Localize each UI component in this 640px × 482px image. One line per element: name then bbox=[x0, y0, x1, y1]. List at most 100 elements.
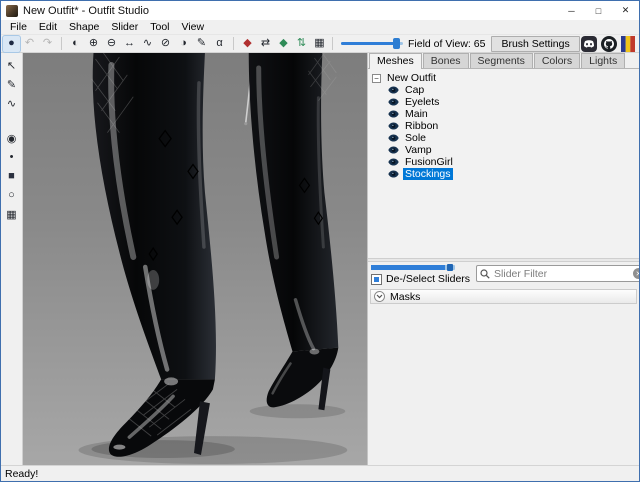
visibility-eye-icon[interactable] bbox=[388, 98, 399, 106]
select-tool[interactable]: ● bbox=[3, 36, 20, 52]
mesh-item-eyelets[interactable]: Eyelets bbox=[388, 96, 639, 108]
tab-colors[interactable]: Colors bbox=[534, 53, 580, 68]
collapse-vertex-tool[interactable]: ◆ bbox=[239, 36, 256, 52]
discord-icon[interactable] bbox=[581, 36, 597, 52]
deselect-sliders-icon bbox=[371, 274, 382, 285]
minimize-button[interactable]: ─ bbox=[558, 1, 585, 20]
vertex-select-tool[interactable]: • bbox=[3, 149, 20, 165]
brush-tool[interactable]: ◉ bbox=[3, 130, 20, 146]
maximize-button[interactable]: □ bbox=[585, 1, 612, 20]
tree-expander-icon[interactable]: − bbox=[372, 74, 381, 83]
cursor-select-tool[interactable]: ↖ bbox=[3, 57, 20, 73]
mesh-tabs: MeshesBonesSegmentsColorsLights bbox=[368, 53, 639, 69]
menu-shape[interactable]: Shape bbox=[63, 20, 105, 34]
move-vertex-tool[interactable]: ⇅ bbox=[293, 36, 310, 52]
mesh-item-label: Main bbox=[403, 108, 430, 120]
collapse-chevron-icon[interactable] bbox=[374, 291, 385, 302]
slider-controls-row: De-/Select Sliders ✕ bbox=[368, 262, 639, 286]
tab-segments[interactable]: Segments bbox=[470, 53, 533, 68]
grid-toggle[interactable]: ▦ bbox=[3, 206, 20, 222]
menubar: FileEditShapeSliderToolView bbox=[1, 20, 639, 34]
visibility-eye-icon[interactable] bbox=[388, 146, 399, 154]
mesh-item-label: Eyelets bbox=[403, 96, 441, 108]
visibility-eye-icon[interactable] bbox=[388, 86, 399, 94]
move-brush-tool[interactable]: ↔ bbox=[121, 36, 138, 52]
statusbar: Ready! bbox=[1, 465, 639, 481]
mask-brush-tool[interactable]: ◐ bbox=[67, 36, 84, 52]
menu-tool[interactable]: Tool bbox=[144, 20, 175, 34]
menu-slider[interactable]: Slider bbox=[105, 20, 144, 34]
flip-edge-tool[interactable]: ⇄ bbox=[257, 36, 274, 52]
alpha-brush-tool[interactable]: α bbox=[211, 36, 228, 52]
github-icon[interactable] bbox=[601, 36, 617, 52]
right-panel: MeshesBonesSegmentsColorsLights − New Ou… bbox=[367, 53, 639, 465]
weight-brush-tool[interactable]: ◑ bbox=[175, 36, 192, 52]
mesh-item-vamp[interactable]: Vamp bbox=[388, 144, 639, 156]
move-tool[interactable]: ■ bbox=[3, 168, 20, 184]
deselect-sliders-label: De-/Select Sliders bbox=[386, 273, 470, 285]
mesh-root-label: New Outfit bbox=[385, 72, 438, 84]
slider-left-column: De-/Select Sliders bbox=[371, 264, 470, 286]
visibility-eye-icon[interactable] bbox=[388, 158, 399, 166]
boots-3d-render bbox=[23, 53, 367, 465]
masks-group-label: Masks bbox=[390, 291, 420, 303]
mesh-item-label: Vamp bbox=[403, 144, 434, 156]
toolbar: ●↶↷◐⊕⊖↔∿⊘◑✎α◆⇄◆⇅▦ Field of View: 65 Brus… bbox=[1, 34, 639, 53]
mesh-item-label: Cap bbox=[403, 84, 426, 96]
masks-group-header[interactable]: Masks bbox=[370, 289, 637, 304]
split-edge-tool[interactable]: ◆ bbox=[275, 36, 292, 52]
slider-panel: De-/Select Sliders ✕ bbox=[368, 262, 639, 465]
mesh-tree-root[interactable]: − New Outfit bbox=[372, 72, 639, 84]
viewport-3d[interactable] bbox=[23, 53, 367, 465]
toolbar-tools: ●↶↷◐⊕⊖↔∿⊘◑✎α◆⇄◆⇅▦ bbox=[3, 36, 328, 52]
merge-vertex-tool[interactable]: ▦ bbox=[311, 36, 328, 52]
tab-meshes[interactable]: Meshes bbox=[369, 53, 422, 69]
toolbar-right-icons bbox=[581, 36, 637, 52]
deflate-brush-tool[interactable]: ⊖ bbox=[103, 36, 120, 52]
mesh-item-stockings[interactable]: Stockings bbox=[388, 168, 639, 180]
toolbar-separator bbox=[61, 37, 62, 50]
mesh-item-cap[interactable]: Cap bbox=[388, 84, 639, 96]
slider-filter-input[interactable] bbox=[494, 268, 629, 280]
menu-edit[interactable]: Edit bbox=[33, 20, 63, 34]
clear-filter-icon[interactable]: ✕ bbox=[633, 268, 640, 279]
redo-button[interactable]: ↷ bbox=[39, 36, 56, 52]
visibility-eye-icon[interactable] bbox=[388, 170, 399, 178]
visibility-eye-icon[interactable] bbox=[388, 122, 399, 130]
window-controls: ─ □ ✕ bbox=[558, 1, 639, 20]
panel-slider[interactable] bbox=[371, 265, 455, 270]
brush-settings-button[interactable]: Brush Settings bbox=[491, 36, 579, 52]
pen-tool[interactable]: ✎ bbox=[3, 76, 20, 92]
color-brush-tool[interactable]: ✎ bbox=[193, 36, 210, 52]
inflate-brush-tool[interactable]: ⊕ bbox=[85, 36, 102, 52]
panel-slider-fill bbox=[371, 265, 445, 270]
panel-slider-handle[interactable] bbox=[447, 264, 453, 271]
tab-bones[interactable]: Bones bbox=[423, 53, 469, 68]
fov-slider-handle[interactable] bbox=[393, 38, 400, 49]
mesh-item-main[interactable]: Main bbox=[388, 108, 639, 120]
curve-tool[interactable]: ∿ bbox=[3, 95, 20, 111]
mesh-item-sole[interactable]: Sole bbox=[388, 132, 639, 144]
mesh-item-label: Sole bbox=[403, 132, 428, 144]
visibility-eye-icon[interactable] bbox=[388, 134, 399, 142]
toolbar-separator bbox=[332, 37, 333, 50]
mesh-tree-items: CapEyeletsMainRibbonSoleVampFusionGirlSt… bbox=[372, 84, 639, 180]
menu-file[interactable]: File bbox=[4, 20, 33, 34]
mesh-item-ribbon[interactable]: Ribbon bbox=[388, 120, 639, 132]
sphere-view-tool[interactable]: ○ bbox=[3, 187, 20, 203]
undo-button[interactable]: ↶ bbox=[21, 36, 38, 52]
left-toolbar: ↖ ✎ ∿ ◉ • ■ ○ ▦ bbox=[1, 53, 23, 465]
mesh-item-label: Ribbon bbox=[403, 120, 440, 132]
slider-filter-box[interactable]: ✕ bbox=[476, 265, 640, 282]
app-icon bbox=[6, 5, 18, 17]
mesh-item-fusiongirl[interactable]: FusionGirl bbox=[388, 156, 639, 168]
visibility-eye-icon[interactable] bbox=[388, 110, 399, 118]
tab-lights[interactable]: Lights bbox=[581, 53, 625, 68]
menu-view[interactable]: View bbox=[176, 20, 211, 34]
close-button[interactable]: ✕ bbox=[612, 1, 639, 20]
smooth-brush-tool[interactable]: ∿ bbox=[139, 36, 156, 52]
deselect-sliders-button[interactable]: De-/Select Sliders bbox=[371, 272, 470, 286]
undiff-brush-tool[interactable]: ⊘ bbox=[157, 36, 174, 52]
fov-slider[interactable] bbox=[341, 37, 403, 50]
flag-icon[interactable] bbox=[621, 36, 635, 52]
